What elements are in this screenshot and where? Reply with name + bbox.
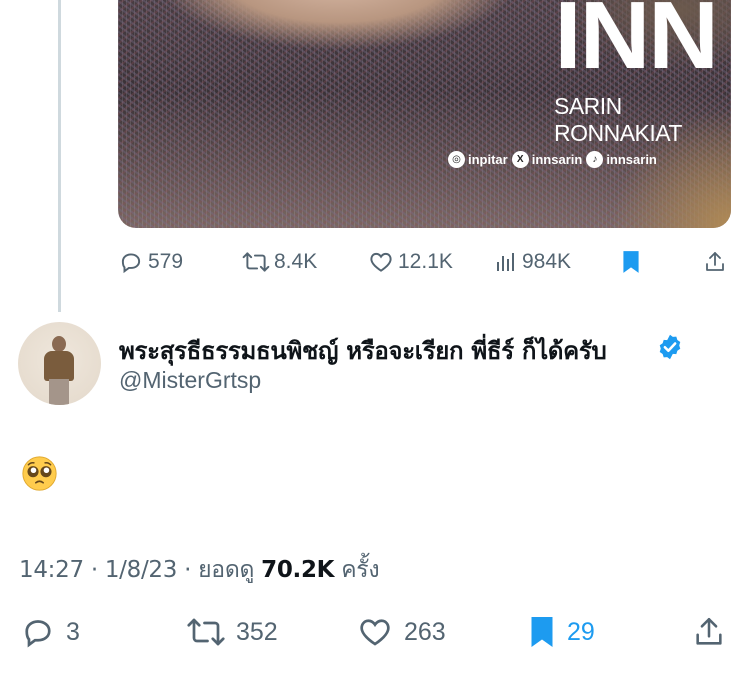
bookmark-button[interactable]: 29 bbox=[527, 614, 595, 650]
image-brand-title: INN bbox=[554, 0, 719, 89]
like-button[interactable]: 263 bbox=[356, 614, 446, 650]
retweet-icon bbox=[242, 252, 270, 272]
social-handle-instagram: inpitar bbox=[468, 152, 508, 167]
heart-icon bbox=[360, 619, 390, 646]
share-icon bbox=[706, 252, 724, 271]
reply-count: 3 bbox=[66, 617, 80, 646]
avatar-head bbox=[52, 336, 66, 352]
bookmark-count: 29 bbox=[567, 617, 595, 646]
avatar-body bbox=[44, 351, 74, 381]
parent-views-count: 984K bbox=[522, 250, 572, 273]
like-count: 263 bbox=[404, 617, 446, 646]
analytics-icon bbox=[497, 253, 514, 271]
retweet-icon bbox=[187, 618, 225, 646]
parent-retweet-count: 8.4K bbox=[274, 250, 318, 273]
thread-connector-line bbox=[58, 0, 61, 312]
verified-badge-icon bbox=[659, 334, 681, 360]
parent-reply-count: 579 bbox=[148, 250, 184, 273]
views-label: ยอดดู bbox=[198, 557, 255, 583]
tweet-timestamp-views: 14:27 · 1/8/23 · ยอดดู 70.2K ครั้ง bbox=[19, 552, 380, 588]
social-tiktok: ♪ innsarin bbox=[586, 151, 657, 168]
tiktok-icon: ♪ bbox=[586, 151, 604, 168]
bookmark-filled-icon bbox=[531, 617, 553, 647]
meta-separator: · bbox=[90, 557, 98, 583]
share-button[interactable] bbox=[692, 614, 726, 650]
parent-reply-button[interactable]: 579 bbox=[118, 249, 183, 275]
parent-bookmark-button[interactable] bbox=[620, 249, 642, 275]
retweet-button[interactable]: 352 bbox=[186, 614, 278, 650]
image-brand-subtitle: SARIN RONNAKIAT bbox=[554, 93, 682, 146]
parent-like-button[interactable]: 12.1K bbox=[368, 249, 453, 275]
tweet-action-bar: 3 352 263 29 bbox=[0, 610, 749, 656]
quoted-tweet-image[interactable]: INN SARIN RONNAKIAT bbox=[118, 0, 731, 228]
parent-share-button[interactable] bbox=[703, 249, 727, 275]
reply-button[interactable]: 3 bbox=[20, 614, 80, 650]
author-avatar[interactable] bbox=[18, 322, 101, 405]
author-handle[interactable]: @MisterGrtsp bbox=[119, 367, 261, 394]
pleading-face-emoji-icon bbox=[22, 456, 57, 491]
tweet-time[interactable]: 14:27 bbox=[19, 557, 84, 583]
heart-icon bbox=[370, 252, 392, 272]
views-suffix: ครั้ง bbox=[341, 557, 380, 583]
x-logo-icon: X bbox=[511, 151, 529, 168]
social-handle-tiktok: innsarin bbox=[606, 152, 657, 167]
parent-like-count: 12.1K bbox=[398, 250, 453, 273]
views-count: 70.2K bbox=[261, 557, 335, 583]
parent-views-button[interactable]: 984K bbox=[494, 249, 571, 275]
retweet-count: 352 bbox=[236, 617, 278, 646]
share-icon bbox=[696, 617, 722, 645]
parent-retweet-button[interactable]: 8.4K bbox=[242, 249, 317, 275]
bookmark-filled-icon bbox=[623, 251, 639, 273]
reply-icon bbox=[121, 253, 141, 274]
meta-separator: · bbox=[184, 557, 192, 583]
social-instagram: ◎ inpitar bbox=[448, 151, 508, 168]
image-social-handles: ◎ inpitar X innsarin ♪ innsarin bbox=[448, 151, 657, 168]
social-handle-x: innsarin bbox=[531, 152, 583, 167]
social-x: X innsarin bbox=[511, 151, 583, 168]
reply-icon bbox=[25, 620, 51, 648]
author-display-name[interactable]: พระสุรธีธรรมธนพิชญ์ หรือจะเรียก พี่ธีร์ … bbox=[119, 331, 607, 370]
tweet-date[interactable]: 1/8/23 bbox=[105, 557, 178, 583]
parent-tweet-action-bar: 579 8.4K 12.1K 984K bbox=[118, 249, 730, 279]
avatar-legs bbox=[49, 379, 69, 405]
instagram-icon: ◎ bbox=[448, 151, 465, 168]
